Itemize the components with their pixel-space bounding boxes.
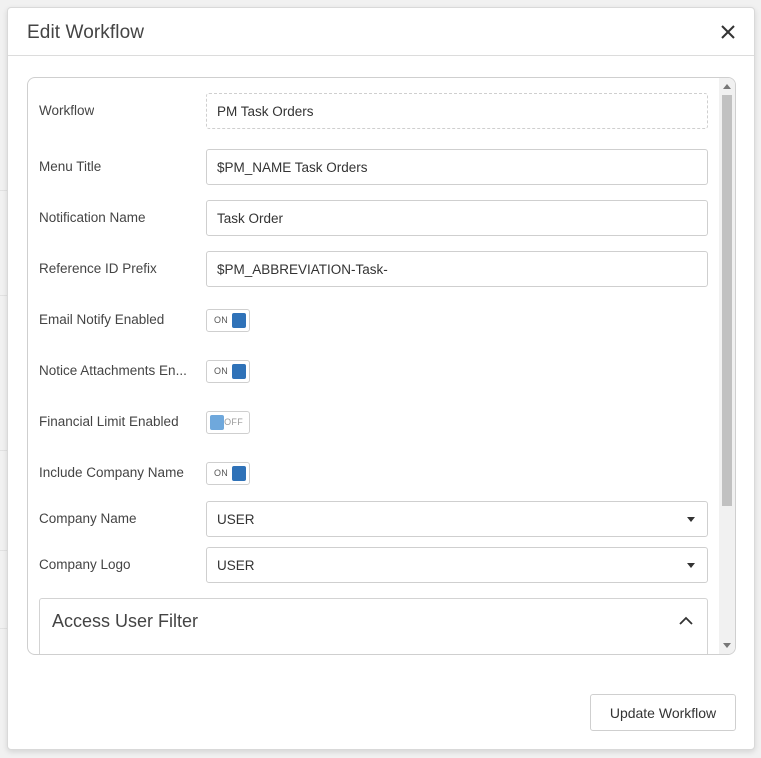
toggle-knob (232, 364, 246, 379)
edit-workflow-modal: Edit Workflow Workflow PM Task Orders Me… (7, 7, 755, 750)
menu-title-label: Menu Title (39, 159, 102, 174)
toggle-state-text: ON (214, 366, 229, 376)
caret-down-icon (687, 517, 695, 522)
toggle-knob (232, 313, 246, 328)
menu-title-input[interactable]: $PM_NAME Task Orders (206, 149, 708, 185)
update-workflow-button[interactable]: Update Workflow (590, 694, 736, 731)
toggle-knob (232, 466, 246, 481)
scroll-up-arrow-icon[interactable] (723, 84, 731, 89)
toggle-state-text: ON (214, 315, 229, 325)
notification-name-label: Notification Name (39, 210, 146, 225)
close-icon (721, 25, 735, 39)
company-logo-select[interactable]: USER (206, 547, 708, 583)
reference-id-prefix-row: Reference ID Prefix $PM_ABBREVIATION-Tas… (28, 251, 719, 287)
notification-name-row: Notification Name Task Order (28, 200, 719, 236)
notice-attachments-enabled-row: Notice Attachments En... ON (28, 353, 719, 389)
financial-limit-enabled-toggle[interactable]: OFF (206, 411, 250, 434)
menu-title-row: Menu Title $PM_NAME Task Orders (28, 149, 719, 185)
reference-id-prefix-label: Reference ID Prefix (39, 261, 157, 276)
financial-limit-enabled-label: Financial Limit Enabled (39, 414, 179, 429)
toggle-state-text: OFF (224, 417, 243, 427)
chevron-up-icon (679, 616, 693, 625)
form-scrollbar[interactable] (719, 78, 735, 654)
scroll-thumb[interactable] (722, 95, 732, 506)
email-notify-enabled-toggle[interactable]: ON (206, 309, 250, 332)
workflow-label: Workflow (39, 103, 95, 118)
modal-title: Edit Workflow (27, 22, 145, 43)
workflow-field: PM Task Orders (206, 93, 708, 129)
scroll-down-arrow-icon[interactable] (723, 643, 731, 648)
email-notify-enabled-row: Email Notify Enabled ON (28, 302, 719, 338)
toggle-state-text: ON (214, 468, 229, 478)
financial-limit-enabled-row: Financial Limit Enabled OFF (28, 404, 719, 440)
workflow-form: Workflow PM Task Orders Menu Title $PM_N… (28, 78, 719, 654)
access-user-filter-title: Access User Filter (52, 611, 199, 631)
collapse-section-button[interactable] (677, 612, 695, 630)
company-name-row: Company Name USER (28, 501, 719, 537)
access-user-filter-section: Access User Filter (39, 598, 708, 654)
include-company-name-label: Include Company Name (39, 465, 184, 480)
company-logo-label: Company Logo (39, 557, 131, 572)
company-logo-row: Company Logo USER (28, 547, 719, 583)
company-name-selected-value: USER (217, 511, 255, 527)
email-notify-enabled-label: Email Notify Enabled (39, 312, 165, 327)
company-name-label: Company Name (39, 511, 137, 526)
workflow-row: Workflow PM Task Orders (28, 93, 719, 129)
include-company-name-toggle[interactable]: ON (206, 462, 250, 485)
include-company-name-row: Include Company Name ON (28, 455, 719, 491)
workflow-form-panel: Workflow PM Task Orders Menu Title $PM_N… (27, 77, 736, 655)
company-logo-selected-value: USER (217, 557, 255, 573)
modal-header: Edit Workflow (8, 8, 754, 56)
notice-attachments-enabled-label: Notice Attachments En... (39, 363, 187, 378)
toggle-knob (210, 415, 224, 430)
notification-name-input[interactable]: Task Order (206, 200, 708, 236)
close-button[interactable] (716, 20, 740, 44)
caret-down-icon (687, 563, 695, 568)
reference-id-prefix-input[interactable]: $PM_ABBREVIATION-Task- (206, 251, 708, 287)
company-name-select[interactable]: USER (206, 501, 708, 537)
notice-attachments-enabled-toggle[interactable]: ON (206, 360, 250, 383)
